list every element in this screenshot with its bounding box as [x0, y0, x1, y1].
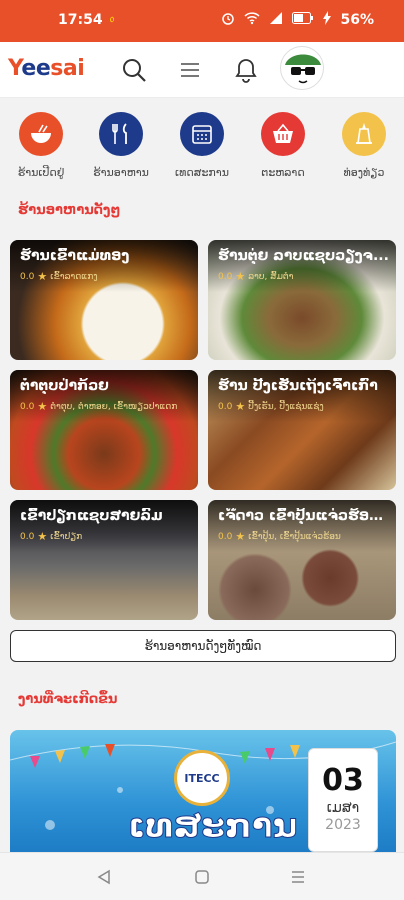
star-icon: ★ [37, 530, 48, 543]
restaurant-card[interactable]: ຮ້ານເຂົ້າແມ່ທອງ 0.0 ★ ເຂົ້າລາດແກງ [10, 240, 198, 360]
system-nav-bar [0, 852, 404, 900]
recents-icon[interactable] [288, 867, 308, 887]
star-icon: ★ [37, 270, 48, 283]
category-festivals[interactable]: ເທດສະການ [162, 110, 242, 179]
event-date-badge: 03 ເມສາ 2023 [308, 748, 378, 852]
see-all-restaurants-button[interactable]: ຮ້ານອາຫານດັງໆທັງໝົດ [10, 630, 396, 662]
upcoming-events-title: ງານທີ່ຈະເກີດຂຶ້ນ [18, 692, 118, 707]
restaurant-card[interactable]: ຕໍາຕຸບປ່າກ້ວຍ 0.0 ★ ຕໍາຕຸບ, ຕໍາຫອຍ, ເຂົ້າໜ… [10, 370, 198, 490]
star-icon: ★ [235, 270, 246, 283]
category-travel[interactable]: ທ່ອງທ່ຽວ [324, 110, 404, 179]
bowl-icon [19, 112, 63, 156]
back-icon[interactable] [94, 867, 114, 887]
category-open-now[interactable]: ຮ້ານເປີດຢູ່ [1, 110, 81, 179]
battery-icon [292, 12, 314, 28]
banner-text: ເທສະການ [127, 806, 298, 847]
restaurant-card[interactable]: ເຈ໊ດາວ ເຂົ້າປຸ້ນແຈ່ວຮ້ອງວ... 0.0 ★ ເຂົ້າປຸ… [208, 500, 396, 620]
category-markets[interactable]: ຕະຫລາດ [243, 110, 323, 179]
app-header: Yeesai [0, 42, 404, 98]
temple-icon [342, 112, 386, 156]
calendar-icon [180, 112, 224, 156]
fork-knife-icon [99, 112, 143, 156]
status-bar: 17:54 ᥆ 56% [0, 0, 404, 42]
yeesai-logo[interactable]: Yeesai [8, 56, 85, 81]
menu-icon[interactable] [176, 56, 204, 84]
event-year: 2023 [325, 817, 361, 833]
basket-icon [261, 112, 305, 156]
bell-icon[interactable] [232, 56, 260, 84]
restaurant-card[interactable]: ຮ້ານຕຸ່ຍ ລາບແຊບວຽງຈ... 0.0 ★ ລາບ, ສົ້ມຕໍາ [208, 240, 396, 360]
battery-percent: 56% [340, 12, 374, 28]
star-icon: ★ [37, 400, 48, 413]
popular-restaurants-title: ຮ້ານອາຫານດັງໆ [18, 203, 121, 218]
alarm-icon [221, 11, 235, 29]
restaurant-card[interactable]: ຮ້ານ ປີ້ງເຮັນເຖິງເຈົ້າເກົ່າ 0.0 ★ ປີ້ງເຮັນ… [208, 370, 396, 490]
star-icon: ★ [235, 400, 246, 413]
signal-icon [269, 11, 283, 29]
event-month: ເມສາ [326, 800, 360, 816]
category-row: ຮ້ານເປີດຢູ່ ຮ້ານອາຫານ ເທດສະການ ຕະຫລາດ ທ່… [0, 110, 404, 190]
itecc-logo: ITECC [174, 750, 230, 806]
status-notification-icon: ᥆ [110, 12, 115, 25]
category-restaurants[interactable]: ຮ້ານອາຫານ [81, 110, 161, 179]
wifi-icon [244, 11, 261, 29]
star-icon: ★ [235, 530, 246, 543]
status-time: 17:54 [58, 12, 103, 28]
event-day: 03 [322, 763, 364, 798]
avatar[interactable] [280, 46, 324, 90]
event-banner[interactable]: ITECC ເທສະການ 03 ເມສາ 2023 [10, 730, 396, 852]
restaurant-card[interactable]: ເຂົ້າປຽກແຊບສາຍລົມ 0.0 ★ ເຂົ້າປຽກ [10, 500, 198, 620]
search-icon[interactable] [120, 56, 148, 84]
charging-icon [323, 11, 332, 29]
home-icon[interactable] [192, 867, 212, 887]
